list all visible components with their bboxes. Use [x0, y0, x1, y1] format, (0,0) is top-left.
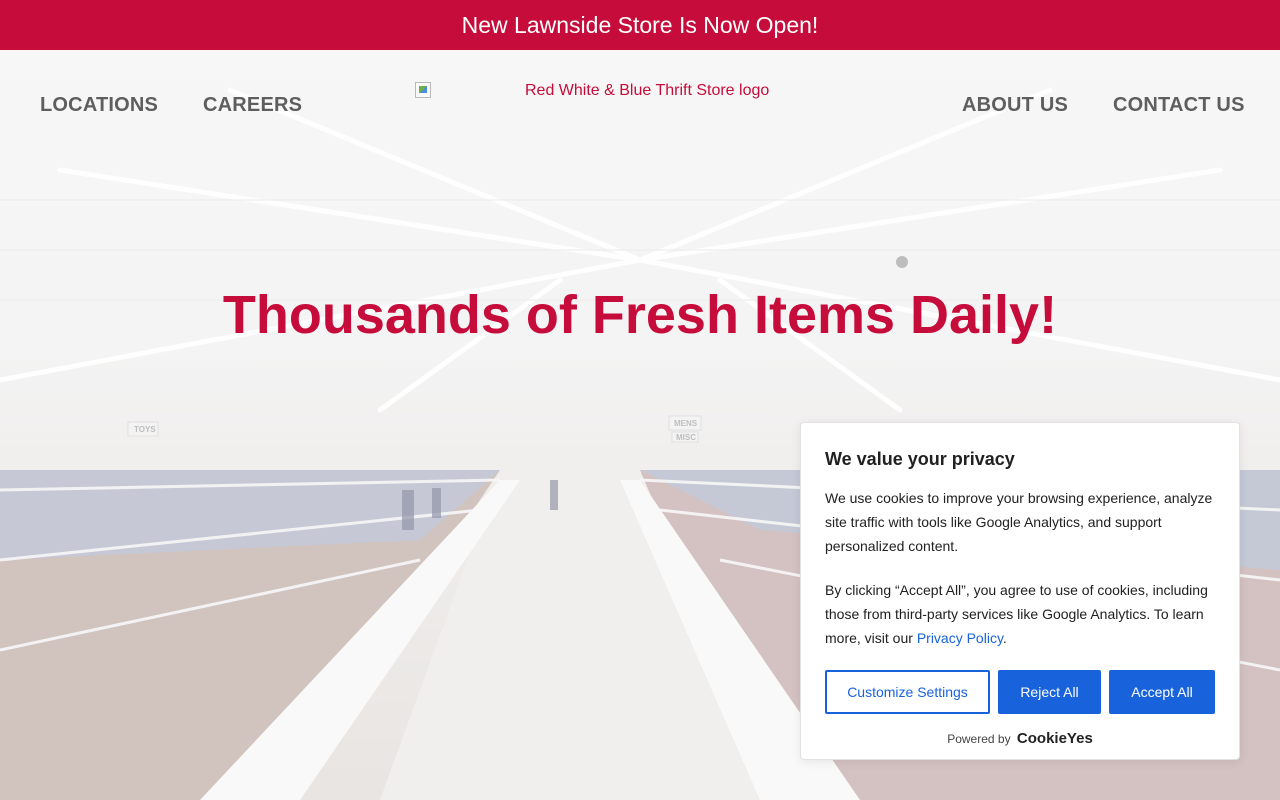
main-navigation: LOCATIONS CAREERS Red White & Blue Thrif…	[0, 50, 1280, 160]
accept-all-button[interactable]: Accept All	[1109, 670, 1215, 714]
cookie-banner-description: We use cookies to improve your browsing …	[825, 490, 1213, 554]
nav-about-link[interactable]: ABOUT US	[962, 94, 1068, 117]
consent-text-suffix: .	[1002, 630, 1007, 646]
cookie-banner-title: We value your privacy	[825, 449, 1015, 469]
broken-image-icon	[415, 82, 431, 98]
reject-all-button[interactable]: Reject All	[998, 670, 1101, 714]
customize-settings-button[interactable]: Customize Settings	[825, 670, 990, 714]
powered-by: Powered by CookieYes	[801, 730, 1239, 747]
site-logo[interactable]: Red White & Blue Thrift Store logo	[415, 82, 769, 100]
nav-contact-link[interactable]: CONTACT US	[1113, 94, 1245, 117]
nav-careers-link[interactable]: CAREERS	[203, 94, 302, 117]
announcement-text[interactable]: New Lawnside Store Is Now Open!	[462, 12, 819, 39]
nav-locations-link[interactable]: LOCATIONS	[40, 94, 158, 117]
hero-headline: Thousands of Fresh Items Daily!	[222, 285, 1058, 345]
logo-alt-text: Red White & Blue Thrift Store logo	[525, 82, 770, 99]
cookie-banner-consent-text: By clicking “Accept All”, you agree to u…	[825, 578, 1215, 650]
cookie-consent-banner: We value your privacy We use cookies to …	[800, 422, 1240, 760]
privacy-policy-link[interactable]: Privacy Policy	[917, 630, 1003, 646]
cookieyes-logo[interactable]: CookieYes	[1017, 730, 1093, 747]
cookie-buttons: Customize Settings Reject All Accept All	[825, 670, 1215, 714]
consent-text-prefix: By clicking “Accept All”, you agree to u…	[825, 582, 1208, 646]
announcement-bar[interactable]: New Lawnside Store Is Now Open!	[0, 0, 1280, 50]
powered-by-label: Powered by	[947, 732, 1011, 746]
